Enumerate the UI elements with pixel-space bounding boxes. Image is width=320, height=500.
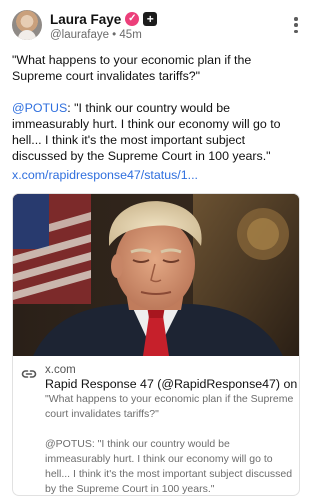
card-description-question: "What happens to your economic plan if t…: [45, 393, 294, 420]
post-body: "What happens to your economic plan if t…: [12, 52, 300, 180]
post-header: Laura Faye ✓ + @laurafaye • 45m: [12, 10, 300, 42]
mention-link[interactable]: @POTUS: [12, 101, 67, 115]
author-meta: @laurafaye • 45m: [50, 29, 142, 41]
card-description-quote: @POTUS: "I think our country would be im…: [45, 438, 293, 495]
plus-badge-icon: +: [143, 12, 158, 26]
author-name-row: Laura Faye ✓ +: [50, 11, 158, 27]
verified-badge-icon: ✓: [125, 12, 140, 26]
preview-image[interactable]: [13, 194, 299, 356]
post-paragraph-question: "What happens to your economic plan if t…: [12, 53, 252, 83]
more-vertical-icon[interactable]: [294, 17, 298, 33]
card-description: "What happens to your economic plan if t…: [45, 392, 295, 495]
card-title[interactable]: Rapid Response 47 (@RapidResponse47) on …: [45, 377, 299, 392]
card-domain: x.com: [45, 364, 76, 376]
preview-info: x.com Rapid Response 47 (@RapidResponse4…: [13, 356, 299, 495]
link-icon: [21, 370, 37, 378]
link-preview-card[interactable]: x.com Rapid Response 47 (@RapidResponse4…: [12, 193, 300, 496]
author-name[interactable]: Laura Faye: [50, 12, 121, 27]
post-time[interactable]: 45m: [119, 29, 141, 41]
post-url-link[interactable]: x.com/rapidresponse47/status/1...: [12, 167, 198, 183]
avatar[interactable]: [12, 10, 42, 40]
author-handle[interactable]: @laurafaye: [50, 29, 109, 41]
post-paragraph-quote: @POTUS: "I think our country would be im…: [12, 100, 300, 164]
meta-separator: •: [108, 29, 120, 41]
